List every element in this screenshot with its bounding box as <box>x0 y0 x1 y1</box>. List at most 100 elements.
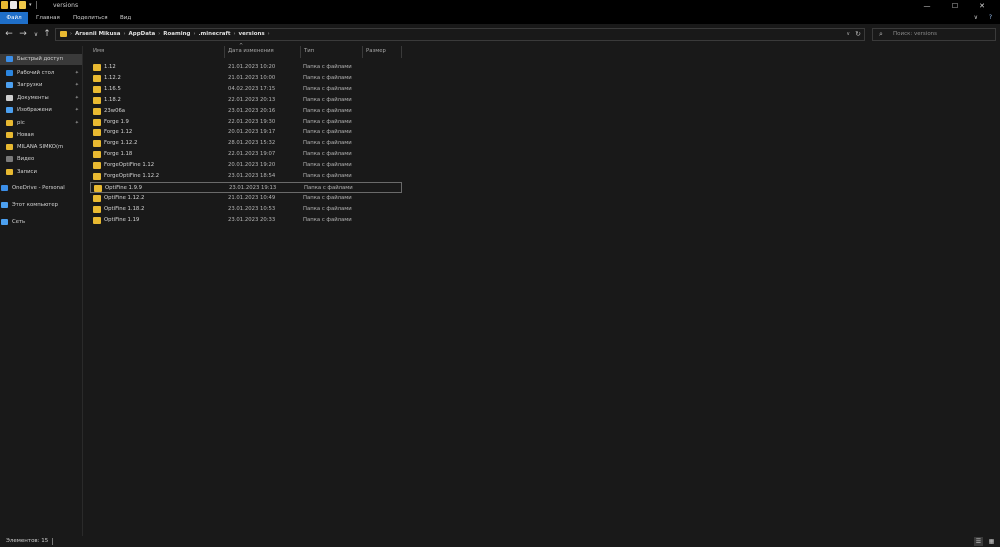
folder-icon <box>6 169 13 175</box>
details-view-icon[interactable]: ☰ <box>974 537 983 546</box>
file-date: 23.01.2023 20:33 <box>228 216 276 223</box>
file-date: 22.01.2023 20:13 <box>228 96 276 103</box>
file-date: 04.02.2023 17:15 <box>228 85 276 92</box>
file-row[interactable]: OptiFine 1.19 23.01.2023 20:33 Папка с фай… <box>90 215 402 226</box>
column-divider[interactable] <box>300 46 301 58</box>
sidebar-item[interactable]: MILANA SIMKO(m <box>0 142 82 153</box>
file-row[interactable]: 1.18.2 22.01.2023 20:13 Папка с файлами <box>90 95 402 106</box>
chevron-right-icon[interactable]: › <box>234 31 236 37</box>
forward-icon[interactable]: → <box>17 29 29 39</box>
expand-ribbon-icon[interactable]: ∨ <box>974 14 978 21</box>
file-row[interactable]: 23w06a 23.01.2023 20:16 Папка с файлами <box>90 106 402 117</box>
minimize-button[interactable]: — <box>915 0 939 12</box>
sidebar-item[interactable]: Сеть <box>0 217 82 228</box>
folder-icon <box>93 216 101 224</box>
address-bar[interactable]: › Arsenii Mikusa › AppData › Roaming › .… <box>55 28 865 41</box>
column-header-type[interactable]: Тип <box>304 48 314 54</box>
file-name: 1.12.2 <box>104 74 121 81</box>
chevron-right-icon[interactable]: › <box>193 31 195 37</box>
column-header-size[interactable]: Размер <box>366 48 386 54</box>
pin-icon: ✦ <box>74 120 79 126</box>
search-input[interactable]: ⌕ Поиск: versions <box>872 28 996 41</box>
breadcrumb-item[interactable]: Roaming <box>163 31 190 37</box>
tiles-view-icon[interactable]: ▦ <box>987 537 996 546</box>
folder-icon <box>93 194 101 202</box>
file-type: Папка с файлами <box>303 96 352 103</box>
folder-icon <box>93 118 101 126</box>
back-icon[interactable]: ← <box>3 29 15 39</box>
file-date: 21.01.2023 10:49 <box>228 194 276 201</box>
column-header-name[interactable]: Имя <box>93 48 104 54</box>
sidebar-item[interactable]: Видео <box>0 154 82 165</box>
file-row[interactable]: OptiFine 1.12.2 21.01.2023 10:49 Папка с ф… <box>90 193 402 204</box>
sidebar-item[interactable]: OneDrive - Personal <box>0 183 82 194</box>
sidebar-item[interactable]: Загрузки ✦ <box>0 80 82 91</box>
chevron-down-icon[interactable]: ∨ <box>846 31 850 37</box>
sidebar-item[interactable]: Документы ✦ <box>0 93 82 104</box>
sidebar-item[interactable]: Изображени ✦ <box>0 105 82 116</box>
column-divider[interactable] <box>224 46 225 58</box>
file-date: 21.01.2023 10:20 <box>228 64 276 70</box>
ribbon: Файл Главная Поделиться Вид ∨ ? <box>0 12 1000 24</box>
file-row[interactable]: 1.12 21.01.2023 10:20 Папка с файлами <box>90 62 402 73</box>
file-name: ForgeOptiFine 1.12 <box>104 162 155 169</box>
up-icon[interactable]: ↑ <box>41 29 53 39</box>
column-divider[interactable] <box>401 46 402 58</box>
network-icon <box>1 219 8 225</box>
new-folder-icon[interactable] <box>19 1 26 9</box>
properties-icon[interactable] <box>10 1 17 9</box>
sidebar-item[interactable]: Записи <box>0 167 82 178</box>
file-row[interactable]: Forge 1.12 20.01.2023 19:17 Папка с файлам… <box>90 127 402 138</box>
onedrive-icon <box>1 185 8 191</box>
file-type: Папка с файлами <box>303 205 352 212</box>
download-icon <box>6 82 13 88</box>
close-button[interactable]: ✕ <box>970 0 994 12</box>
file-row[interactable]: 1.16.5 04.02.2023 17:15 Папка с файлами <box>90 84 402 95</box>
divider <box>35 1 37 9</box>
customize-toolbar-icon[interactable]: ▾ <box>29 2 32 8</box>
breadcrumb-item[interactable]: AppData <box>129 31 156 37</box>
chevron-right-icon[interactable]: › <box>158 31 160 37</box>
file-row[interactable]: Forge 1.9 22.01.2023 19:30 Папка с файлами <box>90 117 402 128</box>
breadcrumb-item[interactable]: .minecraft <box>198 31 230 37</box>
file-row[interactable]: ForgeOptiFine 1.12 20.01.2023 19:20 Папка … <box>90 160 402 171</box>
file-row[interactable]: OptiFine 1.18.2 23.01.2023 10:53 Папка с ф… <box>90 204 402 215</box>
breadcrumb-item[interactable]: versions <box>239 31 265 37</box>
sidebar-item[interactable]: Рабочий стол ✦ <box>0 68 82 79</box>
tab-home[interactable]: Главная <box>36 13 60 23</box>
file-row[interactable]: OptiFine 1.9.9 23.01.2023 19:13 Папка с фа… <box>90 181 402 193</box>
tab-view[interactable]: Вид <box>120 13 131 23</box>
help-icon[interactable]: ? <box>989 14 992 21</box>
maximize-button[interactable]: ☐ <box>943 0 967 12</box>
folder-icon <box>93 96 101 104</box>
file-row[interactable]: Forge 1.18 22.01.2023 19:07 Папка с файлам… <box>90 149 402 160</box>
column-divider[interactable] <box>362 46 363 58</box>
breadcrumb-item[interactable]: Arsenii Mikusa <box>75 31 121 37</box>
sidebar-item-label: Рабочий стол <box>17 70 55 76</box>
refresh-icon[interactable]: ↻ <box>855 30 861 38</box>
file-name: 1.12 <box>104 64 116 70</box>
file-type: Папка с файлами <box>303 162 352 169</box>
tab-file[interactable]: Файл <box>0 12 28 24</box>
file-type: Папка с файлами <box>303 118 352 125</box>
column-header-date[interactable]: Дата изменения <box>228 48 274 54</box>
file-date: 20.01.2023 19:17 <box>228 129 276 136</box>
chevron-right-icon[interactable]: › <box>124 31 126 37</box>
file-row[interactable]: ForgeOptiFine 1.12.2 23.01.2023 18:54 Папк… <box>90 171 402 182</box>
sidebar-item[interactable]: pic ✦ <box>0 118 82 129</box>
folder-icon <box>93 151 101 159</box>
search-icon: ⌕ <box>879 30 883 38</box>
document-icon <box>6 95 13 101</box>
file-row[interactable]: Forge 1.12.2 28.01.2023 15:32 Папка с файл… <box>90 138 402 149</box>
chevron-right-icon[interactable]: › <box>70 31 72 37</box>
sidebar-item[interactable]: Этот компьютер <box>0 200 82 211</box>
chevron-right-icon[interactable]: › <box>268 31 270 37</box>
folder-icon <box>93 140 101 148</box>
file-row[interactable]: 1.12.2 21.01.2023 10:00 Папка с файлами <box>90 73 402 84</box>
file-type: Папка с файлами <box>304 184 353 191</box>
file-type: Папка с файлами <box>303 74 352 81</box>
file-date: 23.01.2023 20:16 <box>228 107 276 114</box>
sidebar-item[interactable]: Быстрый доступ <box>0 54 82 65</box>
sidebar-item[interactable]: Новая <box>0 130 82 141</box>
tab-share[interactable]: Поделиться <box>73 13 108 23</box>
